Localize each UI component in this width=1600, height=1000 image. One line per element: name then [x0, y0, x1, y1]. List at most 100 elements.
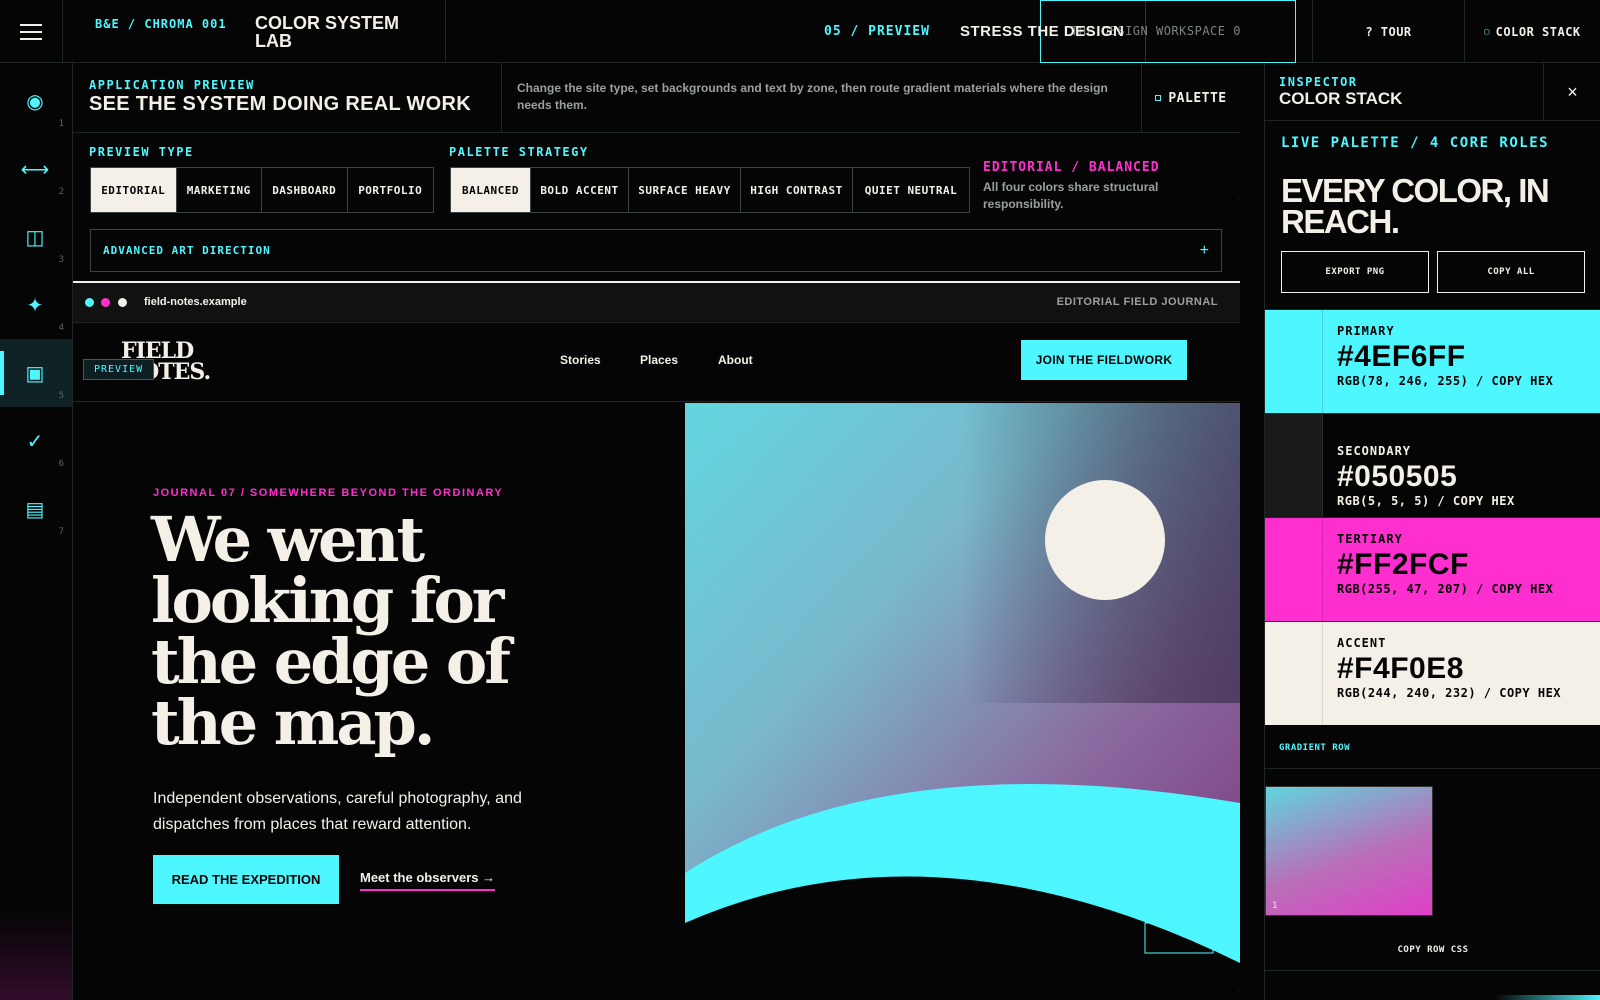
divider: [1265, 768, 1600, 769]
site-label: EDITORIAL FIELD JOURNAL: [1056, 296, 1218, 308]
rail-item-4[interactable]: ✦ 4: [0, 271, 72, 339]
palette-strategy-selector: BALANCED BOLD ACCENT SURFACE HEAVY HIGH …: [450, 167, 970, 213]
dot-pink-icon: [101, 298, 110, 307]
swatch-primary[interactable]: PRIMARY #4EF6FF RGB(78, 246, 255) / COPY…: [1265, 309, 1600, 413]
copy-all-button[interactable]: COPY ALL: [1437, 251, 1585, 293]
tour-button[interactable]: ? TOUR: [1312, 0, 1464, 63]
inspector-header: INSPECTOR COLOR STACK ×: [1265, 63, 1600, 121]
main-panel: APPLICATION PREVIEW SEE THE SYSTEM DOING…: [73, 63, 1240, 1000]
rail-item-5[interactable]: ▣ 5: [0, 339, 72, 407]
nav-about[interactable]: About: [718, 353, 753, 367]
gradient-row-label: GRADIENT ROW: [1279, 743, 1351, 753]
browser-bar: field-notes.example EDITORIAL FIELD JOUR…: [73, 283, 1240, 323]
scroll-up-icon[interactable]: ▲: [1238, 193, 1240, 202]
swatch-role: TERTIARY: [1337, 532, 1403, 546]
gradient-swatch[interactable]: 1: [1265, 786, 1433, 916]
divider: [501, 63, 502, 133]
inspector-headline: EVERY COLOR, IN REACH.: [1281, 172, 1550, 240]
rail-num: 1: [58, 119, 64, 129]
preview-type-editorial[interactable]: EDITORIAL: [91, 168, 177, 212]
gradient-index: 1: [1272, 901, 1278, 911]
app-description: Change the site type, set backgrounds an…: [517, 81, 1108, 112]
app-title: SEE THE SYSTEM DOING REAL WORK: [89, 93, 471, 115]
swatch-rgb[interactable]: RGB(244, 240, 232) / COPY HEX: [1337, 687, 1592, 699]
rail-glow: [0, 910, 72, 1000]
strategy-balanced[interactable]: BALANCED: [451, 168, 531, 212]
dot-cream-icon: [118, 298, 127, 307]
rail-item-2[interactable]: ⟷ 2: [0, 135, 72, 203]
brand-title: COLOR SYSTEM LAB: [255, 13, 400, 51]
palette-button[interactable]: PALETTE: [1141, 63, 1240, 133]
nav-places[interactable]: Places: [640, 353, 678, 367]
swatch-secondary[interactable]: SECONDARY #050505 RGB(5, 5, 5) / COPY HE…: [1265, 413, 1600, 517]
meet-observers-link[interactable]: Meet the observers →: [360, 870, 496, 891]
rail-num: 5: [58, 391, 64, 401]
rail-num: 6: [58, 459, 64, 469]
palette-label: PALETTE: [1168, 90, 1227, 106]
swatch-hex: #050505: [1337, 460, 1458, 493]
rail-item-1[interactable]: ◉ 1: [0, 67, 72, 135]
swatch-role: ACCENT: [1337, 636, 1387, 650]
inspector-eyebrow: INSPECTOR: [1279, 75, 1358, 89]
export-png-button[interactable]: EXPORT PNG: [1281, 251, 1429, 293]
preview-type-label: PREVIEW TYPE: [89, 145, 194, 159]
preview-type-selector: EDITORIAL MARKETING DASHBOARD PORTFOLIO: [90, 167, 434, 213]
site-preview: field-notes.example EDITORIAL FIELD JOUR…: [73, 281, 1240, 1000]
swatch-tertiary[interactable]: TERTIARY #FF2FCF RGB(255, 47, 207) / COP…: [1265, 517, 1600, 621]
copy-row-css-button[interactable]: COPY ROW CSS: [1265, 945, 1600, 955]
palette-strategy-label: PALETTE STRATEGY: [449, 145, 589, 159]
color-stack-button[interactable]: ▢ COLOR STACK: [1464, 0, 1600, 63]
check-icon: ✓: [26, 430, 44, 453]
top-bar: B&E / CHROMA 001 COLOR SYSTEM LAB 05 / P…: [0, 0, 1600, 63]
divider: [445, 0, 446, 63]
inspector-glow: [1495, 995, 1600, 1000]
swatch-rgb[interactable]: RGB(78, 246, 255) / COPY HEX: [1337, 375, 1592, 387]
strategy-surface-heavy[interactable]: SURFACE HEAVY: [629, 168, 741, 212]
advanced-art-direction-toggle[interactable]: ADVANCED ART DIRECTION +: [90, 229, 1222, 272]
close-icon[interactable]: ×: [1543, 63, 1600, 121]
menu-icon: [20, 23, 42, 26]
advanced-label: ADVANCED ART DIRECTION: [103, 244, 271, 257]
step-title: STRESS THE DESIGN: [960, 23, 1125, 40]
inspector-panel: INSPECTOR COLOR STACK × LIVE PALETTE / 4…: [1264, 63, 1600, 1000]
site-nav: FIELD NOTES. PREVIEW Stories Places Abou…: [73, 323, 1240, 402]
rail-item-6[interactable]: ✓ 6: [0, 407, 72, 475]
nav-stories[interactable]: Stories: [560, 353, 601, 367]
menu-button[interactable]: [0, 0, 63, 63]
plus-icon: +: [1199, 241, 1209, 259]
live-palette-label: LIVE PALETTE / 4 CORE ROLES: [1281, 135, 1550, 151]
target-icon: ◉: [26, 90, 44, 113]
rail-item-3[interactable]: ◫ 3: [0, 203, 72, 271]
swatch-rgb[interactable]: RGB(255, 47, 207) / COPY HEX: [1337, 583, 1592, 595]
rail-num: 2: [58, 187, 64, 197]
strategy-tag: EDITORIAL / BALANCED: [983, 160, 1160, 175]
swatch-role: PRIMARY: [1337, 324, 1395, 338]
preview-type-dashboard[interactable]: DASHBOARD: [262, 168, 348, 212]
strategy-quiet-neutral[interactable]: QUIET NEUTRAL: [853, 168, 969, 212]
hero-eyebrow: JOURNAL 07 / SOMEWHERE BEYOND THE ORDINA…: [153, 487, 504, 499]
scroll-down-icon[interactable]: ▼: [1238, 988, 1240, 997]
divider: [1265, 970, 1600, 971]
join-button[interactable]: JOIN THE FIELDWORK: [1021, 340, 1187, 380]
rail-num: 7: [58, 527, 64, 537]
stack-icon: ▢: [1484, 27, 1490, 36]
moon-shape: [1045, 480, 1165, 600]
swatch-role: SECONDARY: [1337, 444, 1412, 458]
preview-icon: ▣: [25, 362, 45, 385]
read-expedition-button[interactable]: READ THE EXPEDITION: [153, 855, 339, 904]
rail-item-7[interactable]: ▤ 7: [0, 475, 72, 543]
hero-body: Independent observations, careful photog…: [153, 790, 522, 833]
step-label: 05 / PREVIEW: [824, 24, 930, 39]
swatch-hex: #FF2FCF: [1337, 548, 1469, 581]
strategy-bold-accent[interactable]: BOLD ACCENT: [531, 168, 629, 212]
sparkle-icon: ✦: [26, 294, 44, 317]
rail-num: 3: [58, 255, 64, 265]
preview-type-marketing[interactable]: MARKETING: [177, 168, 262, 212]
left-rail: ◉ 1 ⟷ 2 ◫ 3 ✦ 4 ▣ 5 ✓ 6 ▤ 7: [0, 63, 73, 1000]
swatch-accent[interactable]: ACCENT #F4F0E8 RGB(244, 240, 232) / COPY…: [1265, 621, 1600, 725]
strategy-high-contrast[interactable]: HIGH CONTRAST: [741, 168, 853, 212]
swatch-rgb[interactable]: RGB(5, 5, 5) / COPY HEX: [1337, 495, 1592, 507]
preview-type-portfolio[interactable]: PORTFOLIO: [348, 168, 434, 212]
strategy-description: All four colors share structural respons…: [983, 180, 1159, 211]
preview-url: field-notes.example: [144, 296, 247, 308]
